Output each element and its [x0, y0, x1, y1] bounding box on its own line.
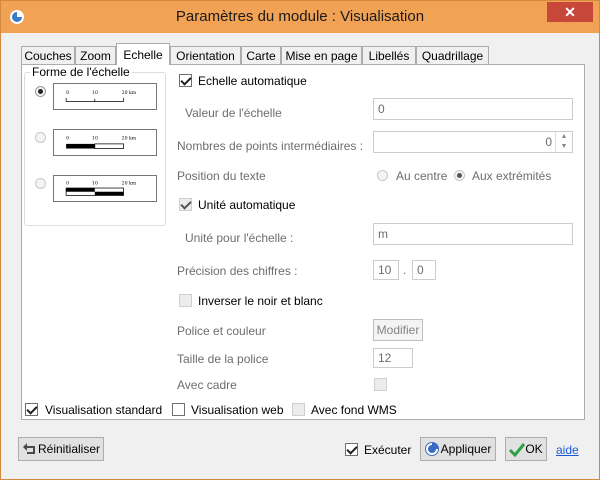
intermediate-points-label: Nombres de points intermédiaires : — [177, 139, 364, 153]
apply-button-label: Appliquer — [440, 442, 492, 456]
web-view-label: Visualisation web — [191, 403, 284, 417]
text-position-center-label: Au centre — [396, 169, 448, 183]
dialog-client: Couches Zoom Echelle Orientation Carte M… — [8, 33, 592, 472]
tab-zoom[interactable]: Zoom — [75, 46, 116, 64]
check-icon — [509, 443, 525, 457]
font-size-input[interactable]: 12 — [373, 348, 413, 368]
scale-shape-bar-preview[interactable]: 0 10 20 km — [53, 129, 157, 156]
invert-checkbox[interactable] — [179, 294, 192, 307]
execute-label: Exécuter — [364, 443, 412, 457]
spin-up-icon[interactable]: ▲ — [556, 132, 572, 142]
reset-button-label: Réinitialiser — [37, 442, 101, 456]
intermediate-points-value: 0 — [545, 135, 552, 149]
text-position-ends-radio[interactable] — [454, 170, 465, 181]
scale-shape-radio-3[interactable] — [35, 178, 46, 189]
tab-echelle[interactable]: Echelle — [116, 43, 170, 65]
echelle-panel: Forme de l'échelle 0 10 20 km 0 10 20 km — [21, 64, 585, 420]
font-size-label: Taille de la police — [177, 352, 269, 366]
window-title: Paramètres du module : Visualisation — [175, 8, 425, 25]
tab-couches[interactable]: Couches — [21, 46, 75, 64]
auto-scale-label: Echelle automatique — [198, 74, 307, 88]
scale-tick-label: 0 — [66, 135, 69, 141]
wms-checkbox[interactable] — [292, 403, 305, 416]
tab-orientation[interactable]: Orientation — [170, 46, 241, 64]
help-link[interactable]: aide — [556, 443, 579, 457]
apply-button[interactable]: Appliquer — [420, 437, 496, 461]
text-position-label: Position du texte — [177, 169, 266, 183]
auto-unit-label: Unité automatique — [198, 198, 296, 212]
standard-view-label: Visualisation standard — [45, 403, 163, 417]
text-position-ends-label: Aux extrémités — [472, 169, 552, 183]
scale-tick-label: 20 km — [122, 90, 137, 96]
precision-separator: . — [403, 263, 407, 277]
tab-carte[interactable]: Carte — [241, 46, 281, 64]
scale-shape-ruler-preview[interactable]: 0 10 20 km — [53, 83, 157, 110]
auto-scale-checkbox[interactable] — [179, 74, 192, 87]
reset-button[interactable]: Réinitialiser — [18, 437, 104, 461]
frame-checkbox[interactable] — [374, 378, 387, 391]
reset-icon — [23, 443, 35, 454]
intermediate-points-input[interactable]: 0 ▲ ▼ — [373, 131, 573, 153]
apply-icon — [425, 442, 439, 456]
web-view-checkbox[interactable] — [172, 403, 185, 416]
tab-libelles[interactable]: Libellés — [362, 46, 416, 64]
scale-tick-label: 10 — [92, 180, 98, 186]
spin-down-icon[interactable]: ▼ — [556, 142, 572, 152]
tab-quadrillage[interactable]: Quadrillage — [416, 46, 489, 64]
scale-tick-label: 10 — [92, 90, 98, 96]
text-position-center-radio[interactable] — [377, 170, 388, 181]
execute-checkbox[interactable] — [345, 443, 358, 456]
precision-int-input[interactable]: 10 — [373, 260, 399, 280]
scale-shape-group: Forme de l'échelle 0 10 20 km 0 10 20 km — [24, 65, 166, 226]
scale-shape-radio-2[interactable] — [35, 132, 46, 143]
scale-tick-label: 0 — [66, 90, 69, 96]
modify-font-button[interactable]: Modifier — [373, 319, 423, 341]
font-color-label: Police et couleur — [177, 324, 266, 338]
scale-tick-label: 10 — [92, 135, 98, 141]
auto-unit-checkbox[interactable] — [179, 198, 192, 211]
ok-button[interactable]: OK — [505, 437, 547, 461]
ok-button-label: OK — [525, 442, 543, 456]
precision-dec-input[interactable]: 0 — [412, 260, 436, 280]
scale-value-label: Valeur de l'échelle — [185, 106, 282, 120]
unit-input[interactable]: m — [373, 223, 573, 245]
scale-tick-label: 0 — [66, 180, 69, 186]
unit-label: Unité pour l'échelle : — [185, 231, 294, 245]
precision-label: Précision des chiffres : — [177, 264, 298, 278]
scale-shape-double-bar-preview[interactable]: 0 10 20 km — [53, 175, 157, 202]
title-bar[interactable]: Paramètres du module : Visualisation ✕ — [1, 1, 599, 33]
wms-label: Avec fond WMS — [311, 403, 397, 417]
dialog-window: Paramètres du module : Visualisation ✕ C… — [0, 0, 600, 480]
scale-value-input[interactable]: 0 — [373, 98, 573, 120]
tab-mise-en-page[interactable]: Mise en page — [281, 46, 362, 64]
frame-label: Avec cadre — [177, 378, 237, 392]
invert-label: Inverser le noir et blanc — [198, 294, 323, 308]
scale-tick-label: 20 km — [122, 180, 137, 186]
intermediate-points-spinner: ▲ ▼ — [555, 132, 572, 152]
standard-view-checkbox[interactable] — [25, 403, 38, 416]
close-button[interactable]: ✕ — [547, 2, 593, 22]
scale-tick-label: 20 km — [122, 135, 137, 141]
scale-shape-radio-1[interactable] — [35, 86, 46, 97]
scale-shape-title: Forme de l'échelle — [30, 65, 132, 79]
